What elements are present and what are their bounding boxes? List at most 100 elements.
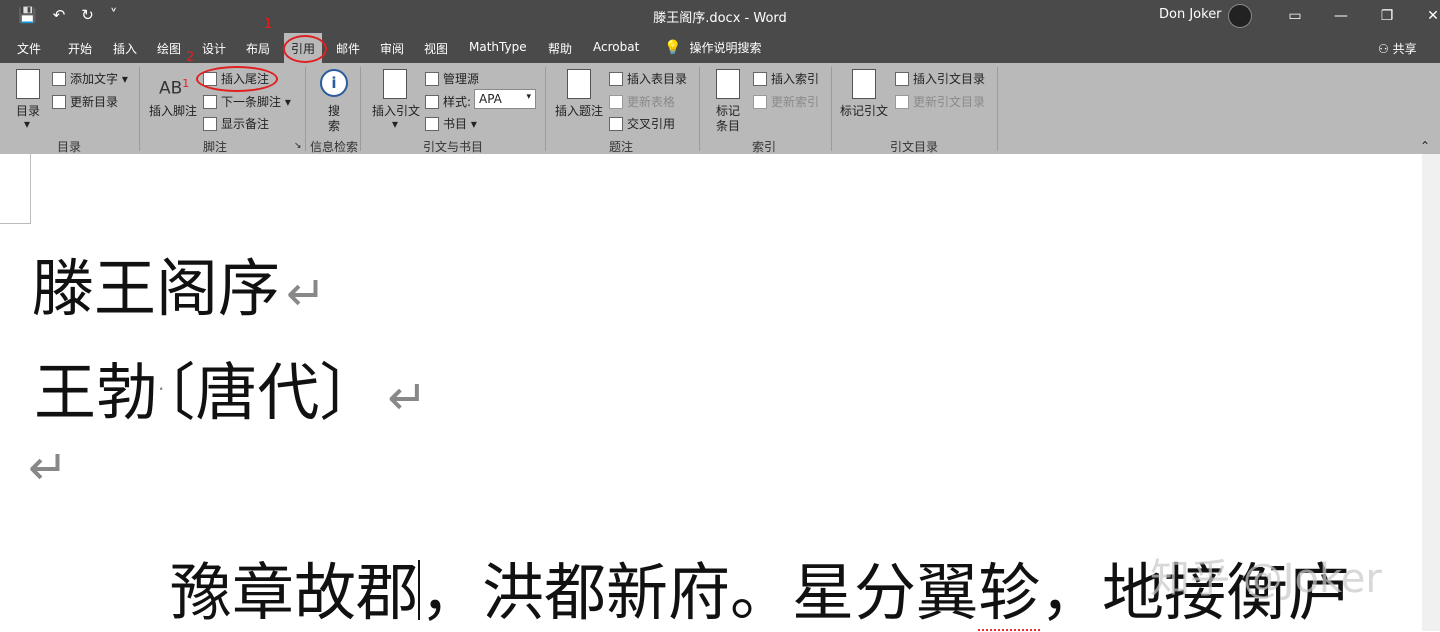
update-toc-icon [52, 95, 66, 109]
share-button[interactable]: ⚇ 共享 [1378, 40, 1417, 57]
tab-draw[interactable]: 绘图 [157, 40, 181, 57]
chevron-down-icon: ▾ [526, 92, 531, 102]
style-icon [425, 95, 439, 109]
update-authorities-label: 更新引文目录 [913, 95, 986, 109]
insert-authorities-label: 插入引文目录 [913, 72, 986, 86]
table-of-figures-icon [609, 72, 623, 86]
tab-review[interactable]: 审阅 [380, 40, 404, 57]
next-footnote-button[interactable]: 下一条脚注 ▾ [203, 93, 291, 110]
insert-caption-icon [567, 69, 591, 99]
tell-me-search[interactable]: 💡 操作说明搜索 [664, 39, 761, 56]
annotation-ring-endnote [196, 66, 278, 92]
doc-author: 王勃 [34, 356, 159, 429]
bibliography-icon [425, 117, 439, 131]
next-footnote-label: 下一条脚注 [221, 95, 282, 109]
paragraph-mark: ↵ [387, 370, 428, 426]
toc-dropdown-icon[interactable]: ▾ [24, 117, 30, 131]
tab-insert[interactable]: 插入 [113, 40, 137, 57]
tab-view[interactable]: 视图 [424, 40, 448, 57]
window-controls: ▭ — ❐ ✕ [1272, 0, 1440, 31]
mark-citation-button[interactable]: 标记引文 [840, 102, 888, 119]
annotation-number-2: 2 [186, 50, 195, 65]
mark-entry-button-bottom[interactable]: 条目 [716, 117, 740, 134]
document-canvas[interactable]: 滕王阁序 ↵ 王勃·〔唐代〕 ↵ ↵ 豫章故郡，洪都新府。星分翼轸，地接衡庐 知乎 … [0, 154, 1422, 631]
tab-design[interactable]: 设计 [202, 40, 226, 57]
group-label-toc: 目录 [57, 140, 82, 154]
page-corner-mark [0, 154, 31, 224]
tab-help[interactable]: 帮助 [548, 40, 572, 57]
show-notes-button[interactable]: 显示备注 [203, 115, 269, 132]
footnote-sup-label: 1 [182, 77, 190, 90]
tab-mathtype[interactable]: MathType [469, 40, 527, 54]
tell-me-label: 操作说明搜索 [689, 41, 762, 55]
user-name[interactable]: Don Joker [1159, 7, 1222, 22]
add-text-button[interactable]: 添加文字 ▾ [52, 70, 128, 87]
group-label-authorities: 引文目录 [890, 140, 939, 154]
group-separator [997, 67, 998, 151]
group-separator [699, 67, 700, 151]
group-separator [139, 67, 140, 151]
show-notes-icon [203, 117, 217, 131]
close-button[interactable]: ✕ [1410, 0, 1440, 31]
group-separator [545, 67, 546, 151]
collapse-ribbon-icon[interactable]: ⌃ [1420, 139, 1430, 153]
insert-table-of-figures-button[interactable]: 插入表目录 [609, 70, 687, 87]
annotation-ring-references [283, 35, 327, 63]
spelling-error-word[interactable]: 轸 [978, 556, 1041, 631]
update-table-button[interactable]: 更新表格 [609, 93, 675, 110]
next-footnote-icon [203, 95, 217, 109]
tab-home[interactable]: 开始 [68, 40, 92, 57]
insert-caption-button[interactable]: 插入题注 [555, 102, 603, 119]
bibliography-label: 书目 [443, 117, 468, 131]
insert-citation-icon [383, 69, 407, 99]
doc-author-line[interactable]: 王勃·〔唐代〕 ↵ [34, 342, 428, 432]
research-button-bottom[interactable]: 索 [328, 117, 340, 134]
restore-button[interactable]: ❐ [1364, 0, 1410, 31]
cross-reference-button[interactable]: 交叉引用 [609, 115, 675, 132]
insert-index-button[interactable]: 插入索引 [753, 70, 819, 87]
update-toc-button[interactable]: 更新目录 [52, 93, 118, 110]
insert-authorities-icon [895, 72, 909, 86]
update-index-button[interactable]: 更新索引 [753, 93, 819, 110]
group-label-captions: 题注 [609, 140, 634, 154]
tab-file[interactable]: 文件 [17, 40, 41, 57]
update-index-label: 更新索引 [771, 95, 820, 109]
vertical-scrollbar[interactable] [1422, 154, 1440, 631]
insert-authorities-button[interactable]: 插入引文目录 [895, 70, 985, 87]
insert-footnote-button[interactable]: 插入脚注 [149, 102, 197, 119]
footnote-ab-label: AB [159, 78, 183, 99]
search-icon: i [320, 69, 348, 97]
update-authorities-button[interactable]: 更新引文目录 [895, 93, 985, 110]
ribbon-tabs: 文件 开始 插入 绘图 设计 布局 引用 邮件 审阅 视图 MathType 帮… [0, 31, 1440, 66]
show-notes-label: 显示备注 [221, 117, 270, 131]
citation-style-select[interactable]: APA ▾ [474, 89, 536, 109]
tab-acrobat[interactable]: Acrobat [593, 40, 639, 54]
avatar[interactable] [1228, 4, 1252, 28]
update-table-icon [609, 95, 623, 109]
tab-layout[interactable]: 布局 [246, 40, 270, 57]
manage-sources-button[interactable]: 管理源 [425, 70, 479, 87]
minimize-button[interactable]: — [1318, 0, 1364, 31]
update-table-label: 更新表格 [627, 95, 676, 109]
lightbulb-icon: 💡 [664, 39, 682, 56]
cross-reference-icon [609, 117, 623, 131]
dialog-launcher-icon[interactable]: ↘ [294, 141, 302, 151]
doc-title-line[interactable]: 滕王阁序 ↵ [32, 238, 326, 328]
empty-paragraph-mark: ↵ [28, 440, 69, 496]
citation-dropdown-icon[interactable]: ▾ [392, 117, 398, 131]
group-separator [360, 67, 361, 151]
style-label: 样式: [425, 93, 471, 110]
window-title: 滕王阁序.docx - Word [653, 11, 787, 26]
citation-style-value: APA [479, 92, 502, 106]
watermark: 知乎 @Joker [1150, 556, 1382, 602]
tab-mailings[interactable]: 邮件 [336, 40, 360, 57]
title-bar: 💾 ↶ ↻ ˅ 滕王阁序.docx - Word Don Joker ▭ — ❐… [0, 0, 1440, 31]
para-text-1: 豫章故郡 [170, 556, 419, 629]
group-separator [831, 67, 832, 151]
manage-sources-label: 管理源 [443, 72, 480, 86]
bibliography-button[interactable]: 书目 ▾ [425, 115, 477, 132]
para-text-2: ，洪都新府。星分翼 [420, 556, 979, 629]
ribbon-display-icon[interactable]: ▭ [1272, 0, 1318, 31]
update-authorities-icon [895, 95, 909, 109]
share-label: 共享 [1392, 42, 1417, 56]
